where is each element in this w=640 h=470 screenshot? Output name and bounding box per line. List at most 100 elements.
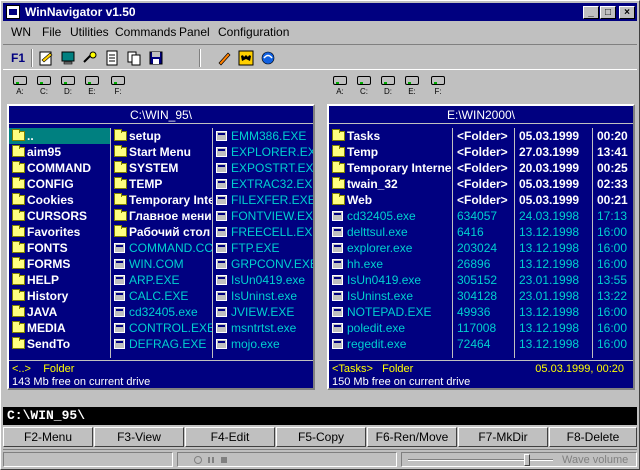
file-item[interactable]: WIN.COM	[111, 256, 212, 272]
f6-ren-move-button[interactable]: F6-Ren/Move	[367, 427, 457, 447]
drive-c-button[interactable]: C:	[353, 74, 375, 100]
right-file-list[interactable]: Tasks Temp Temporary Interne twain_32 Web cd3…	[329, 128, 633, 358]
file-item[interactable]: COMMAND.COM	[111, 240, 212, 256]
media-control-icons[interactable]	[194, 455, 254, 465]
file-item[interactable]: IsUn0419.exe	[213, 272, 313, 288]
folder-item[interactable]: setup	[111, 128, 212, 144]
f5-copy-button[interactable]: F5-Copy	[276, 427, 366, 447]
help-button[interactable]: F1	[9, 49, 27, 67]
close-button[interactable]: ×	[619, 6, 635, 19]
folder-item[interactable]: JAVA	[9, 304, 110, 320]
folder-item[interactable]: Главное мени	[111, 208, 212, 224]
maximize-button[interactable]: □	[600, 6, 616, 19]
menu-file[interactable]: File	[42, 25, 61, 39]
drive-a-button[interactable]: A:	[329, 74, 351, 100]
folder-item[interactable]: Temp	[329, 144, 452, 160]
f2-menu-button[interactable]: F2-Menu	[3, 427, 93, 447]
drive-a-button[interactable]: A:	[9, 74, 31, 100]
disk-icon[interactable]	[147, 49, 165, 67]
pencil-icon[interactable]	[215, 49, 233, 67]
folder-item[interactable]: Web	[329, 192, 452, 208]
file-item[interactable]: CALC.EXE	[111, 288, 212, 304]
file-item[interactable]: NOTEPAD.EXE	[329, 304, 452, 320]
folder-item[interactable]: Cookies	[9, 192, 110, 208]
f7-mkdir-button[interactable]: F7-MkDir	[458, 427, 548, 447]
left-file-list[interactable]: .. aim95 COMMAND CONFIG Cookies CURSORS Favori…	[9, 128, 313, 358]
file-item[interactable]: IsUn0419.exe	[329, 272, 452, 288]
file-item[interactable]: FTP.EXE	[213, 240, 313, 256]
drive-f-button[interactable]: F:	[107, 74, 129, 100]
file-item[interactable]: hh.exe	[329, 256, 452, 272]
file-item[interactable]: cd32405.exe	[111, 304, 212, 320]
file-item[interactable]: poledit.exe	[329, 320, 452, 336]
folder-item[interactable]: SendTo	[9, 336, 110, 352]
folder-item[interactable]: Favorites	[9, 224, 110, 240]
file-item[interactable]: FONTVIEW.EXE	[213, 208, 313, 224]
folder-item[interactable]: FORMS	[9, 256, 110, 272]
folder-item[interactable]: Рабочий стол	[111, 224, 212, 240]
drive-f-button[interactable]: F:	[427, 74, 449, 100]
folder-item[interactable]: History	[9, 288, 110, 304]
file-item[interactable]: DEFRAG.EXE	[111, 336, 212, 352]
file-item[interactable]: delttsul.exe	[329, 224, 452, 240]
menu-wn[interactable]: WN	[11, 25, 31, 39]
browser-icon[interactable]	[259, 49, 277, 67]
file-item[interactable]: EXTRAC32.EXE	[213, 176, 313, 192]
title-bar[interactable]: WinNavigator v1.50 _ □ ×	[3, 3, 637, 21]
f8-delete-button[interactable]: F8-Delete	[549, 427, 637, 447]
file-item[interactable]: mojo.exe	[213, 336, 313, 352]
f3-view-button[interactable]: F3-View	[94, 427, 184, 447]
file-item[interactable]: FILEXFER.EXE	[213, 192, 313, 208]
find-icon[interactable]	[81, 49, 99, 67]
drive-d-button[interactable]: D:	[57, 74, 79, 100]
folder-item[interactable]: COMMAND	[9, 160, 110, 176]
view-file-icon[interactable]	[103, 49, 121, 67]
drive-d-button[interactable]: D:	[377, 74, 399, 100]
file-item[interactable]: FREECELL.EXE	[213, 224, 313, 240]
folder-item[interactable]: TEMP	[111, 176, 212, 192]
file-item[interactable]: msntrtst.exe	[213, 320, 313, 336]
folder-item[interactable]: Temporary Inte	[111, 192, 212, 208]
folder-item[interactable]: CURSORS	[9, 208, 110, 224]
file-item[interactable]: cd32405.exe	[329, 208, 452, 224]
menu-utilities[interactable]: Utilities	[70, 25, 109, 39]
file-item[interactable]: GRPCONV.EXE	[213, 256, 313, 272]
folder-item[interactable]: twain_32	[329, 176, 452, 192]
computer-icon[interactable]	[59, 49, 77, 67]
copy-icon[interactable]	[125, 49, 143, 67]
volume-slider-thumb[interactable]	[524, 454, 530, 466]
f4-edit-button[interactable]: F4-Edit	[185, 427, 275, 447]
right-panel[interactable]: E:\WIN2000\ Tasks Temp Temporary Interne tw…	[327, 104, 635, 390]
file-item[interactable]: regedit.exe	[329, 336, 452, 352]
file-item[interactable]: JVIEW.EXE	[213, 304, 313, 320]
menu-configuration[interactable]: Configuration	[218, 25, 289, 39]
file-item[interactable]: EXPLORER.EXE	[213, 144, 313, 160]
drive-c-button[interactable]: C:	[33, 74, 55, 100]
folder-item[interactable]: Tasks	[329, 128, 452, 144]
file-item[interactable]: EXPOSTRT.EXE	[213, 160, 313, 176]
folder-item[interactable]: FONTS	[9, 240, 110, 256]
file-item[interactable]: explorer.exe	[329, 240, 452, 256]
edit-icon[interactable]	[37, 49, 55, 67]
file-item[interactable]: EMM386.EXE	[213, 128, 313, 144]
left-panel[interactable]: C:\WIN_95\ .. aim95 COMMAND CONFIG Cookies CU…	[7, 104, 315, 390]
file-item[interactable]: CONTROL.EXE	[111, 320, 212, 336]
file-item[interactable]: IsUninst.exe	[213, 288, 313, 304]
folder-item[interactable]: SYSTEM	[111, 160, 212, 176]
drive-e-button[interactable]: E:	[401, 74, 423, 100]
folder-item[interactable]: MEDIA	[9, 320, 110, 336]
parent-dir-item[interactable]: ..	[9, 128, 110, 144]
minimize-button[interactable]: _	[583, 6, 599, 19]
folder-item[interactable]: HELP	[9, 272, 110, 288]
file-item[interactable]: ARP.EXE	[111, 272, 212, 288]
file-item[interactable]: IsUninst.exe	[329, 288, 452, 304]
folder-item[interactable]: Start Menu	[111, 144, 212, 160]
command-line[interactable]: C:\WIN_95\	[3, 407, 637, 425]
folder-item[interactable]: CONFIG	[9, 176, 110, 192]
drive-e-button[interactable]: E:	[81, 74, 103, 100]
batman-icon[interactable]	[237, 49, 255, 67]
folder-item[interactable]: aim95	[9, 144, 110, 160]
menu-panel[interactable]: Panel	[179, 25, 210, 39]
menu-commands[interactable]: Commands	[115, 25, 176, 39]
folder-item[interactable]: Temporary Interne	[329, 160, 452, 176]
